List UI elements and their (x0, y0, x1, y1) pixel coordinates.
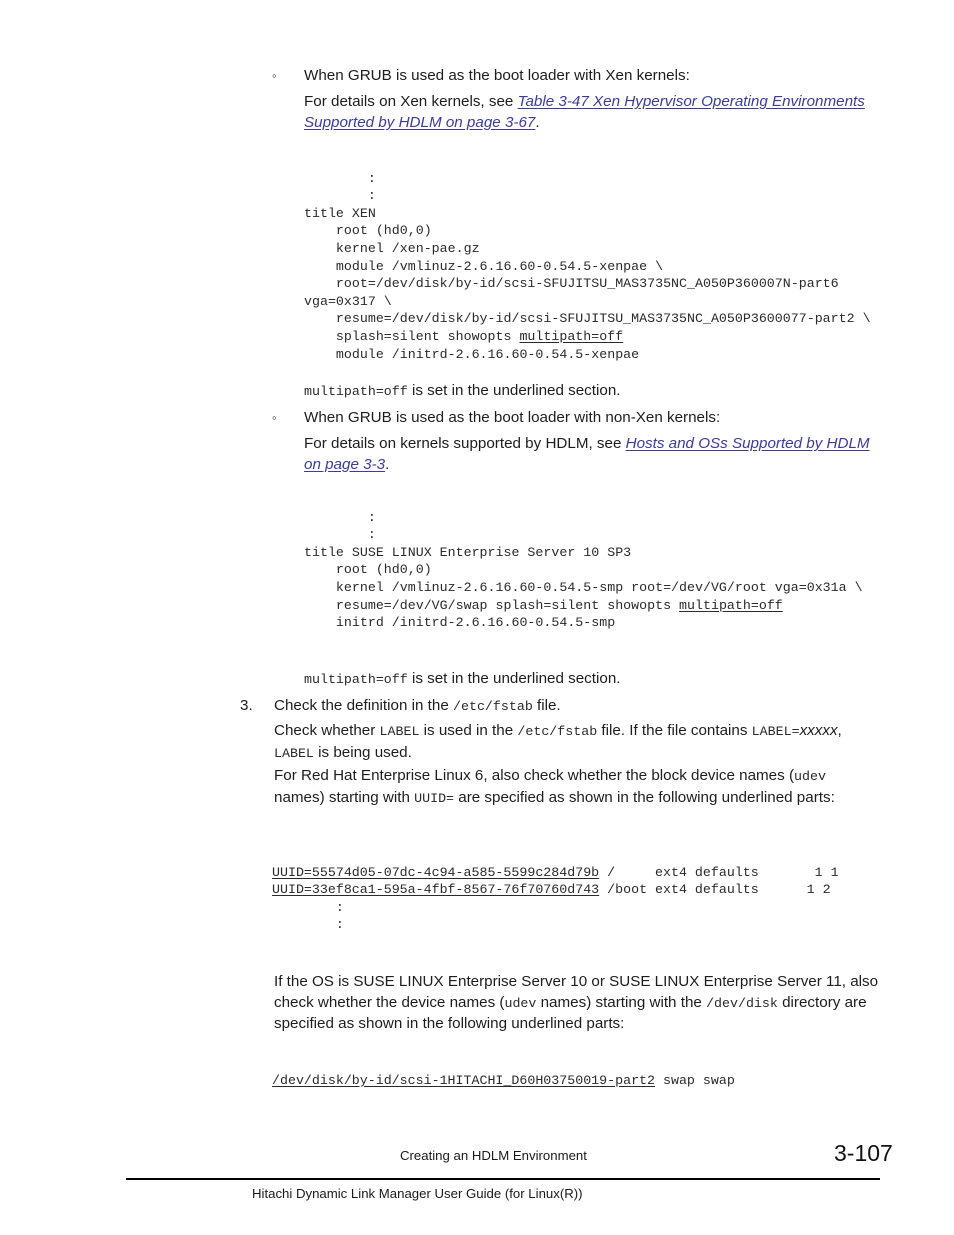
code-line: root=/dev/disk/by-id/scsi-SFUJITSU_MAS37… (304, 276, 847, 309)
p3-code-udev: udev (504, 995, 537, 1011)
code-block-fstab: UUID=55574d05-07dc-4c94-a585-5599c284d79… (272, 846, 912, 952)
p2-code-udev: udev (794, 769, 826, 784)
underlined-uuid-1: UUID=55574d05-07dc-4c94-a585-5599c284d79… (272, 864, 600, 880)
bullet-item-xen: ◦ When GRUB is used as the boot loader w… (272, 66, 892, 87)
bullet-item-nonxen: ◦ When GRUB is used as the boot loader w… (272, 408, 892, 429)
code-line: module /vmlinuz-2.6.16.60-0.54.5-xenpae … (304, 258, 664, 274)
fstab-line-1-rest: / ext4 defaults 1 1 (599, 864, 839, 880)
bullet-nonxen-xref-paragraph: For details on kernels supported by HDLM… (304, 434, 879, 475)
code-line-splash: splash=silent showopts multipath=off (304, 328, 624, 344)
fstab-line-1: UUID=55574d05-07dc-4c94-a585-5599c284d79… (272, 865, 839, 880)
code-block-devdisk: /dev/disk/by-id/scsi-1HITACHI_D60H037500… (272, 1072, 912, 1090)
note-code-multipath-2: multipath=off (304, 672, 408, 687)
dev-line-rest: swap swap (655, 1073, 735, 1088)
p2-c: are specified as shown in the following … (454, 788, 835, 806)
code-line: module /initrd-2.6.16.60-0.54.5-xenpae (304, 346, 640, 362)
p1-code-fstab: /etc/fstab (517, 724, 598, 739)
footer-guide-title: Hitachi Dynamic Link Manager User Guide … (252, 1186, 583, 1201)
note-text-2: is set in the underlined section. (407, 670, 621, 687)
code-line: title XEN (304, 205, 376, 221)
p1-c: file. If the file contains (597, 722, 752, 739)
underlined-multipath-off-1: multipath=off (519, 328, 624, 344)
bullet-circle-icon: ◦ (272, 68, 277, 83)
document-page: ◦ When GRUB is used as the boot loader w… (0, 0, 954, 1235)
xref-lead-in: For details on Xen kernels, see (304, 93, 518, 110)
underlined-uuid-2: UUID=33ef8ca1-595a-4fbf-8567-76f70760d74… (272, 882, 600, 898)
bullet-xen-xref-paragraph: For details on Xen kernels, see Table 3-… (304, 92, 879, 133)
fstab-dots-2: : (272, 917, 344, 933)
xref-lead-out: . (385, 455, 390, 473)
fstab-dots-1: : (272, 899, 344, 915)
p1-a: Check whether (274, 722, 380, 739)
code-line-resume: resume=/dev/VG/swap splash=silent showop… (304, 597, 783, 613)
footer-section-title: Creating an HDLM Environment (400, 1148, 587, 1163)
fstab-line-2: UUID=33ef8ca1-595a-4fbf-8567-76f70760d74… (272, 882, 831, 897)
code-line: : (304, 527, 376, 543)
code-line: root (hd0,0) (304, 562, 432, 578)
p1-d: , (837, 722, 842, 739)
p3-b: names) starting with the (536, 993, 707, 1011)
footer-page-number: 3-107 (834, 1140, 893, 1166)
step3-title: Check the definition in the /etc/fstab f… (274, 696, 894, 718)
bullet-circle-icon: ◦ (272, 410, 277, 425)
p1-e: is being used. (313, 743, 412, 761)
step3-paragraph-3: If the OS is SUSE LINUX Enterprise Serve… (274, 972, 886, 1035)
p2-b: names) starting with (274, 788, 415, 806)
code-line: title SUSE LINUX Enterprise Server 10 SP… (304, 544, 632, 560)
xref-lead-in: For details on kernels supported by HDLM… (304, 435, 626, 452)
step3-paragraph-2: For Red Hat Enterprise Linux 6, also che… (274, 766, 879, 809)
p2-a: For Red Hat Enterprise Linux 6, also che… (274, 767, 795, 784)
code-block-nonxen: : : title SUSE LINUX Enterprise Server 1… (304, 491, 904, 649)
code-line: : (304, 509, 376, 525)
step-number-3: 3. (240, 697, 253, 714)
note-text-1: is set in the underlined section. (407, 382, 621, 399)
note-multipath-xen: multipath=off is set in the underlined s… (304, 381, 904, 403)
code-line: root (hd0,0) (304, 223, 432, 239)
code-line: kernel /xen-pae.gz (304, 240, 480, 256)
bullet-nonxen-heading: When GRUB is used as the boot loader wit… (304, 409, 721, 426)
code-block-xen: : : title XEN root (hd0,0) kernel /xen-p… (304, 152, 904, 381)
footer-divider (126, 1178, 880, 1180)
note-multipath-nonxen: multipath=off is set in the underlined s… (304, 669, 904, 691)
underlined-dev-disk-path: /dev/disk/by-id/scsi-1HITACHI_D60H037500… (272, 1073, 656, 1088)
step3-title-a: Check the definition in the (274, 697, 453, 714)
p3-code-devdisk: /dev/disk (706, 995, 778, 1011)
p1-code-label-eq: LABEL= (751, 724, 800, 739)
code-line: : (304, 170, 376, 186)
p1-code-label-2: LABEL (274, 745, 314, 761)
code-line: resume=/dev/disk/by-id/scsi-SFUJITSU_MAS… (304, 311, 871, 327)
underlined-multipath-off-2: multipath=off (679, 597, 783, 613)
note-code-multipath-1: multipath=off (304, 384, 408, 399)
code-line: initrd /initrd-2.6.16.60-0.54.5-smp (304, 615, 616, 631)
xref-lead-out: . (535, 113, 540, 131)
p1-b: is used in the (419, 722, 518, 739)
bullet-xen-heading: When GRUB is used as the boot loader wit… (304, 67, 690, 84)
p2-code-uuid: UUID= (414, 790, 455, 806)
step3-paragraph-1: Check whether LABEL is used in the /etc/… (274, 721, 884, 764)
code-line: kernel /vmlinuz-2.6.16.60-0.54.5-smp roo… (304, 579, 863, 595)
step3-title-b: file. (532, 697, 561, 714)
step3-title-code: /etc/fstab (453, 699, 533, 714)
p1-italic-xxxxx: xxxxx (799, 722, 838, 739)
fstab-line-2-rest: /boot ext4 defaults 1 2 (599, 882, 831, 898)
code-line: : (304, 188, 376, 204)
p1-code-label-1: LABEL (379, 724, 420, 739)
